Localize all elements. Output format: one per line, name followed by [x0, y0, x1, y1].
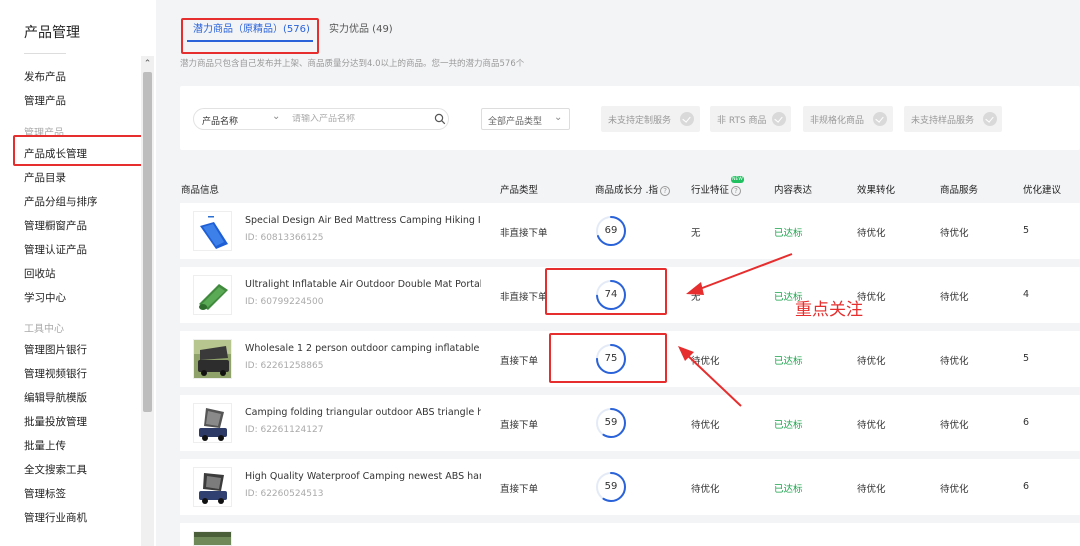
arrow-to-row-3: [678, 346, 742, 407]
annotation-arrows: [678, 253, 793, 407]
arrow-to-row-2: [686, 253, 793, 295]
annotation-focus-label: 重点关注: [795, 300, 863, 320]
